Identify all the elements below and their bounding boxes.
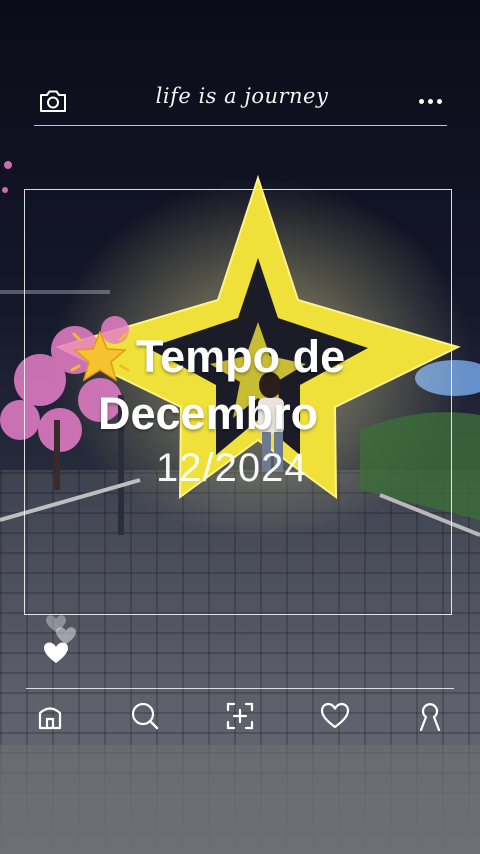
hearts-icon[interactable] [38,608,86,666]
caption-line-1: Tempo de [136,331,346,382]
add-post-icon [226,702,254,730]
nav-home[interactable] [24,694,76,738]
nav-profile[interactable] [404,694,456,738]
more-dots-icon[interactable] [419,99,442,104]
nav-add[interactable] [214,694,266,738]
bottom-nav [24,694,456,738]
search-icon [131,702,159,730]
post-caption: Tempo de Decembro 12/2024 [60,326,440,491]
caption-date: 12/2024 [156,446,308,490]
nav-divider [26,688,454,689]
header-divider [34,125,447,126]
glowing-star-emoji [70,330,130,382]
bottom-fade [0,745,480,854]
heart-icon [320,702,350,729]
tagline: life is a journey [155,84,329,108]
camera-icon[interactable] [38,88,68,114]
top-bar: life is a journey [32,78,448,126]
nav-search[interactable] [119,694,171,738]
caption-title: Tempo de Decembro [60,326,440,440]
nav-likes[interactable] [309,694,361,738]
profile-icon [419,703,441,732]
caption-line-2: Decembro [98,388,319,439]
home-icon [38,707,62,730]
